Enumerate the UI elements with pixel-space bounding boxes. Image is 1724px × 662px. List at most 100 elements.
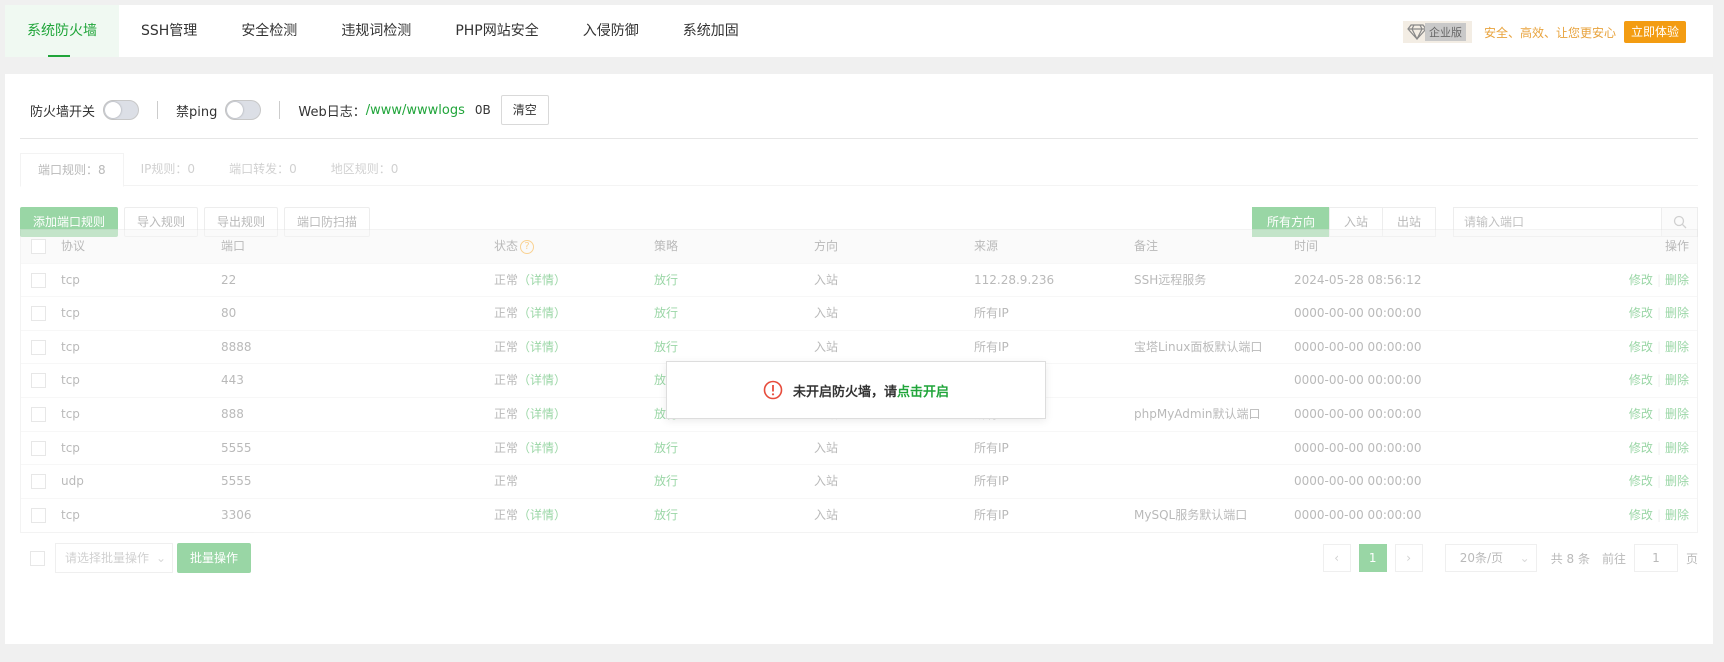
cell-status: 正常（详情） xyxy=(494,264,566,297)
page-number-button[interactable]: 1 xyxy=(1358,544,1387,572)
weblog-path-link[interactable]: /www/wwwlogs xyxy=(366,103,465,118)
tab-php-site-security[interactable]: PHP网站安全 xyxy=(433,5,560,57)
status-detail-link[interactable]: （详情） xyxy=(518,373,566,387)
goto-page-input[interactable]: 1 xyxy=(1633,544,1678,572)
row-checkbox[interactable] xyxy=(31,373,46,389)
row-checkbox[interactable] xyxy=(31,474,46,490)
cell-status: 正常（详情） xyxy=(494,364,566,397)
action-separator: | xyxy=(1656,406,1661,421)
tab-ip-rules[interactable]: IP规则：0 xyxy=(124,153,212,185)
batch-action-select[interactable]: 请选择批量操作 ⌄ xyxy=(55,543,173,573)
edit-button[interactable]: 修改 xyxy=(1629,306,1653,320)
edit-button[interactable]: 修改 xyxy=(1629,407,1653,421)
firewall-disabled-notice: 未开启防火墙，请 点击开启 xyxy=(666,361,1046,419)
table-row: udp 5555 正常 放行 入站 所有IP 0000-00-00 00:00:00 修改 | 删… xyxy=(21,465,1697,499)
action-separator: | xyxy=(1656,507,1661,522)
enable-firewall-link[interactable]: 点击开启 xyxy=(897,381,949,400)
cell-protocol: tcp xyxy=(61,406,80,421)
edit-button[interactable]: 修改 xyxy=(1629,441,1653,455)
tab-intrusion-defense[interactable]: 入侵防御 xyxy=(561,5,661,57)
edit-button[interactable]: 修改 xyxy=(1629,273,1653,287)
status-detail-link[interactable]: （详情） xyxy=(518,407,566,421)
cell-strategy: 放行 xyxy=(654,474,679,489)
row-checkbox[interactable] xyxy=(31,272,46,288)
ping-switch-label: 禁ping xyxy=(176,104,218,120)
cell-port: 5555 xyxy=(221,474,252,489)
ping-toggle[interactable] xyxy=(225,100,262,120)
delete-button[interactable]: 删除 xyxy=(1665,273,1689,287)
delete-button[interactable]: 删除 xyxy=(1665,508,1689,522)
edit-button[interactable]: 修改 xyxy=(1629,474,1653,488)
cell-protocol: tcp xyxy=(61,306,80,321)
select-all-footer-checkbox[interactable] xyxy=(30,551,45,566)
cell-protocol: tcp xyxy=(61,339,80,354)
tab-violation-words[interactable]: 违规词检测 xyxy=(319,5,433,57)
tab-port-forward[interactable]: 端口转发：0 xyxy=(212,153,314,185)
cell-port: 5555 xyxy=(221,440,252,455)
row-actions: 修改 | 删除 xyxy=(1629,364,1689,397)
tab-ssh-management[interactable]: SSH管理 xyxy=(119,5,219,57)
select-all-checkbox[interactable] xyxy=(31,239,46,254)
delete-button[interactable]: 删除 xyxy=(1665,340,1689,354)
edit-button[interactable]: 修改 xyxy=(1629,373,1653,387)
cell-direction: 入站 xyxy=(814,440,839,455)
top-tab-bar: 系统防火墙 SSH管理 安全检测 违规词检测 PHP网站安全 入侵防御 系统加固… xyxy=(5,5,1713,57)
table-row: tcp 3306 正常（详情） 放行 入站 所有IP MySQL服务默认端口 0000-00-… xyxy=(21,499,1697,533)
edit-button[interactable]: 修改 xyxy=(1629,508,1653,522)
cell-status: 正常 xyxy=(494,465,518,498)
table-row: tcp 5555 正常（详情） 放行 入站 所有IP 0000-00-00 00:00:00… xyxy=(21,432,1697,466)
cell-source: 所有IP xyxy=(974,339,1009,354)
cell-source: 112.28.9.236 xyxy=(974,272,1055,287)
col-time: 时间 xyxy=(1294,239,1319,253)
row-actions: 修改 | 删除 xyxy=(1629,297,1689,330)
table-header: 协议 端口 状态? 策略 方向 来源 备注 时间 操作 xyxy=(21,230,1697,264)
firewall-toggle[interactable] xyxy=(103,100,140,120)
delete-button[interactable]: 删除 xyxy=(1665,474,1689,488)
row-checkbox[interactable] xyxy=(31,339,46,355)
divider xyxy=(157,101,159,119)
next-page-button[interactable]: › xyxy=(1394,544,1423,572)
action-separator: | xyxy=(1656,272,1661,287)
col-strategy: 策略 xyxy=(654,239,679,253)
row-checkbox[interactable] xyxy=(31,406,46,422)
tab-region-rules[interactable]: 地区规则：0 xyxy=(314,153,416,185)
cell-strategy: 放行 xyxy=(654,440,679,455)
action-separator: | xyxy=(1656,440,1661,455)
row-checkbox[interactable] xyxy=(31,440,46,456)
status-detail-link[interactable]: （详情） xyxy=(518,340,566,354)
edit-button[interactable]: 修改 xyxy=(1629,340,1653,354)
tab-system-hardening[interactable]: 系统加固 xyxy=(661,5,761,57)
cell-time: 0000-00-00 00:00:00 xyxy=(1294,474,1422,489)
delete-button[interactable]: 删除 xyxy=(1665,441,1689,455)
cell-port: 22 xyxy=(221,272,237,287)
clear-log-button[interactable]: 清空 xyxy=(500,95,549,125)
cell-status: 正常（详情） xyxy=(494,432,566,465)
delete-button[interactable]: 删除 xyxy=(1665,306,1689,320)
status-detail-link[interactable]: （详情） xyxy=(518,441,566,455)
table-row: tcp 80 正常（详情） 放行 入站 所有IP 0000-00-00 00:00:00 修改… xyxy=(21,297,1697,331)
action-separator: | xyxy=(1656,373,1661,388)
goto-label: 前往 xyxy=(1601,551,1626,566)
cell-remark: phpMyAdmin默认端口 xyxy=(1134,406,1261,421)
delete-button[interactable]: 删除 xyxy=(1665,407,1689,421)
cell-remark: MySQL服务默认端口 xyxy=(1134,507,1248,522)
delete-button[interactable]: 删除 xyxy=(1665,373,1689,387)
row-checkbox[interactable] xyxy=(31,306,46,322)
tab-security-check[interactable]: 安全检测 xyxy=(219,5,319,57)
tab-port-rules[interactable]: 端口规则：8 xyxy=(20,153,124,187)
status-detail-link[interactable]: （详情） xyxy=(518,306,566,320)
col-status: 状态? xyxy=(494,230,535,263)
cell-status: 正常（详情） xyxy=(494,398,566,431)
row-checkbox[interactable] xyxy=(31,507,46,523)
help-icon[interactable]: ? xyxy=(520,239,535,254)
status-detail-link[interactable]: （详情） xyxy=(518,273,566,287)
prev-page-button[interactable]: ‹ xyxy=(1322,544,1351,572)
try-now-button[interactable]: 立即体验 xyxy=(1623,21,1686,43)
status-detail-link[interactable]: （详情） xyxy=(518,508,566,522)
enterprise-label: 企业版 xyxy=(1424,23,1466,41)
cell-direction: 入站 xyxy=(814,507,839,522)
page-size-select[interactable]: 20条/页 ⌄ xyxy=(1444,544,1537,572)
batch-action-button[interactable]: 批量操作 xyxy=(177,543,252,573)
diamond-icon xyxy=(1407,24,1427,40)
tab-system-firewall[interactable]: 系统防火墙 xyxy=(5,5,119,57)
